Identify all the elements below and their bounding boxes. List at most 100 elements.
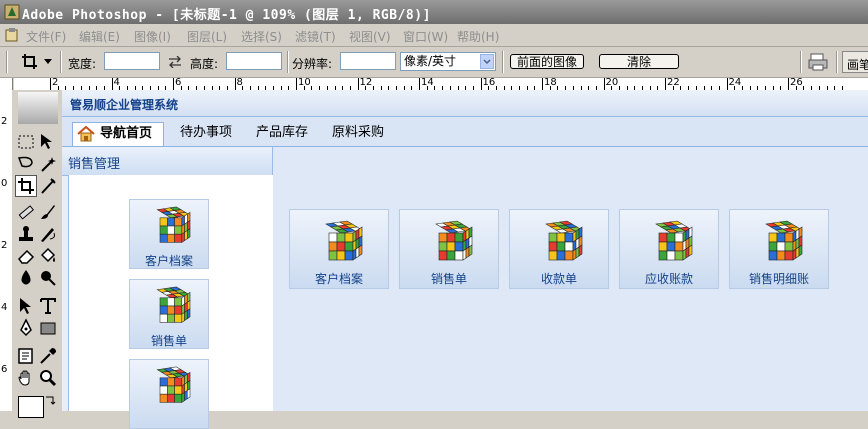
eyedropper-icon[interactable] <box>38 346 58 366</box>
left-shortcut-sales-order[interactable]: 销售单 <box>129 279 209 349</box>
menu-select[interactable]: 选择(S) <box>241 28 282 45</box>
move-icon[interactable] <box>38 132 58 152</box>
width-field[interactable] <box>104 52 160 70</box>
rectangle-icon[interactable] <box>38 318 58 338</box>
ruler-tick-mark <box>357 78 359 90</box>
ruler-tick-mark <box>419 78 420 90</box>
shortcut-sales-order[interactable]: 销售单 <box>399 209 499 289</box>
menu-bar: 文件(F) 编辑(E) 图像(I) 图层(L) 选择(S) 滤镜(T) 视图(V… <box>0 24 868 47</box>
dodge-icon[interactable] <box>38 268 58 288</box>
resolution-label: 分辨率: <box>292 57 333 71</box>
ruler-tick-label: 2 <box>1 116 8 127</box>
rubiks-cube-icon <box>765 220 803 261</box>
toolbox-header-logo <box>18 92 58 124</box>
ruler-tick-mark <box>111 78 113 90</box>
ruler-tick-mark <box>173 78 174 90</box>
tab-todo[interactable]: 待办事项 <box>180 122 232 145</box>
grip-divider <box>6 51 8 73</box>
shortcut-customer-archive-label: 客户档案 <box>314 272 363 286</box>
tab-home[interactable]: 导航首页 <box>72 122 164 146</box>
healing-brush-icon[interactable] <box>16 202 36 222</box>
ruler-tick-mark <box>542 78 543 90</box>
menu-view[interactable]: 视图(V) <box>349 28 391 45</box>
lasso-icon[interactable] <box>16 154 36 174</box>
main-area: 客户档案 销售单 收款单 应收账款 销售明细账 <box>273 147 868 411</box>
menu-layer[interactable]: 图层(L) <box>187 28 227 45</box>
shortcut-sales-order-label: 销售单 <box>430 272 467 286</box>
document-icon <box>5 28 18 42</box>
blur-icon[interactable] <box>16 268 36 288</box>
app-titlebar: 管易顺企业管理系统 <box>62 90 868 117</box>
shortcut-sales-detail[interactable]: 销售明细账 <box>729 209 829 289</box>
ruler-tick-mark <box>480 78 482 90</box>
shortcut-receipt-label: 收款单 <box>540 272 577 286</box>
brush-tab[interactable]: 画笔 <box>842 51 868 73</box>
resolution-field[interactable] <box>340 52 396 70</box>
tab-inventory[interactable]: 产品库存 <box>256 122 308 145</box>
width-label: 宽度: <box>68 57 97 71</box>
ruler-tick-label: 2 <box>1 240 8 251</box>
ruler-tick-mark <box>665 78 666 90</box>
unit-select-value: 像素/英寸 <box>404 54 457 68</box>
app-window: 管易顺企业管理系统 导航首页 待办事项 产品库存 原料采购 销售管理 客户档案 … <box>62 90 868 429</box>
dropdown-arrow-icon[interactable] <box>480 54 494 69</box>
divider <box>836 51 838 73</box>
printer-icon[interactable] <box>808 53 828 71</box>
ruler-tick-mark <box>50 78 51 90</box>
shortcut-sales-detail-label: 销售明细账 <box>748 272 809 286</box>
hand-icon[interactable] <box>16 368 36 388</box>
divider <box>502 51 504 73</box>
marquee-icon[interactable] <box>16 132 36 152</box>
options-bar: 宽度: 高度: 分辨率: 像素/英寸 前面的图像 清除 画笔 <box>0 47 868 78</box>
crop-tool-icon[interactable] <box>20 53 40 71</box>
history-brush-icon[interactable] <box>38 224 58 244</box>
window-titlebar: Adobe Photoshop - [未标题-1 @ 109% (图层 1, R… <box>0 0 868 24</box>
notes-icon[interactable] <box>16 346 36 366</box>
rubiks-cube-icon <box>435 220 473 261</box>
tab-bar: 导航首页 待办事项 产品库存 原料采购 <box>62 117 868 147</box>
magic-wand-icon[interactable] <box>38 154 58 174</box>
left-shortcut-third[interactable] <box>129 359 209 429</box>
brush-icon[interactable] <box>38 202 58 222</box>
slice-icon[interactable] <box>38 176 58 196</box>
type-icon[interactable] <box>38 296 58 316</box>
left-shortcut-sales-order-label: 销售单 <box>150 334 187 348</box>
shortcut-customer-archive[interactable]: 客户档案 <box>289 209 389 289</box>
ruler-tick-mark <box>788 78 789 90</box>
shortcut-receivables[interactable]: 应收账款 <box>619 209 719 289</box>
ruler-tick-label: 0 <box>1 178 8 189</box>
path-selection-icon[interactable] <box>16 296 36 316</box>
ruler-tick-mark <box>726 78 728 90</box>
clone-stamp-icon[interactable] <box>16 224 36 244</box>
pen-icon[interactable] <box>16 318 36 338</box>
front-image-button[interactable]: 前面的图像 <box>510 54 584 69</box>
rubiks-cube-icon <box>156 366 191 403</box>
shortcut-receipt[interactable]: 收款单 <box>509 209 609 289</box>
app-title: 管易顺企业管理系统 <box>70 98 179 112</box>
tab-procurement[interactable]: 原料采购 <box>332 122 384 145</box>
paint-bucket-icon[interactable] <box>38 246 58 266</box>
unit-select[interactable]: 像素/英寸 <box>400 52 496 71</box>
menu-image[interactable]: 图像(I) <box>134 28 171 45</box>
eraser-icon[interactable] <box>16 246 36 266</box>
zoom-icon[interactable] <box>38 368 58 388</box>
left-shortcut-customer[interactable]: 客户档案 <box>129 199 209 269</box>
home-icon <box>77 126 95 142</box>
height-field[interactable] <box>226 52 282 70</box>
menu-file[interactable]: 文件(F) <box>26 28 66 45</box>
menu-edit[interactable]: 编辑(E) <box>79 28 120 45</box>
chevron-down-icon[interactable] <box>44 59 52 65</box>
rubiks-cube-icon <box>325 220 363 261</box>
ruler-tick-label: 6 <box>1 364 8 375</box>
crop-icon[interactable] <box>16 176 36 196</box>
foreground-color-swatch[interactable] <box>18 396 44 418</box>
clear-button[interactable]: 清除 <box>599 54 679 69</box>
swap-colors-icon[interactable] <box>44 394 56 406</box>
left-shortcut-customer-label: 客户档案 <box>144 254 193 268</box>
menu-filter[interactable]: 滤镜(T) <box>295 28 336 45</box>
menu-window[interactable]: 窗口(W) <box>403 28 448 45</box>
swap-icon[interactable] <box>168 56 182 68</box>
divider <box>287 51 289 73</box>
menu-help[interactable]: 帮助(H) <box>457 28 499 45</box>
left-panel-header[interactable]: 销售管理 <box>62 147 272 176</box>
